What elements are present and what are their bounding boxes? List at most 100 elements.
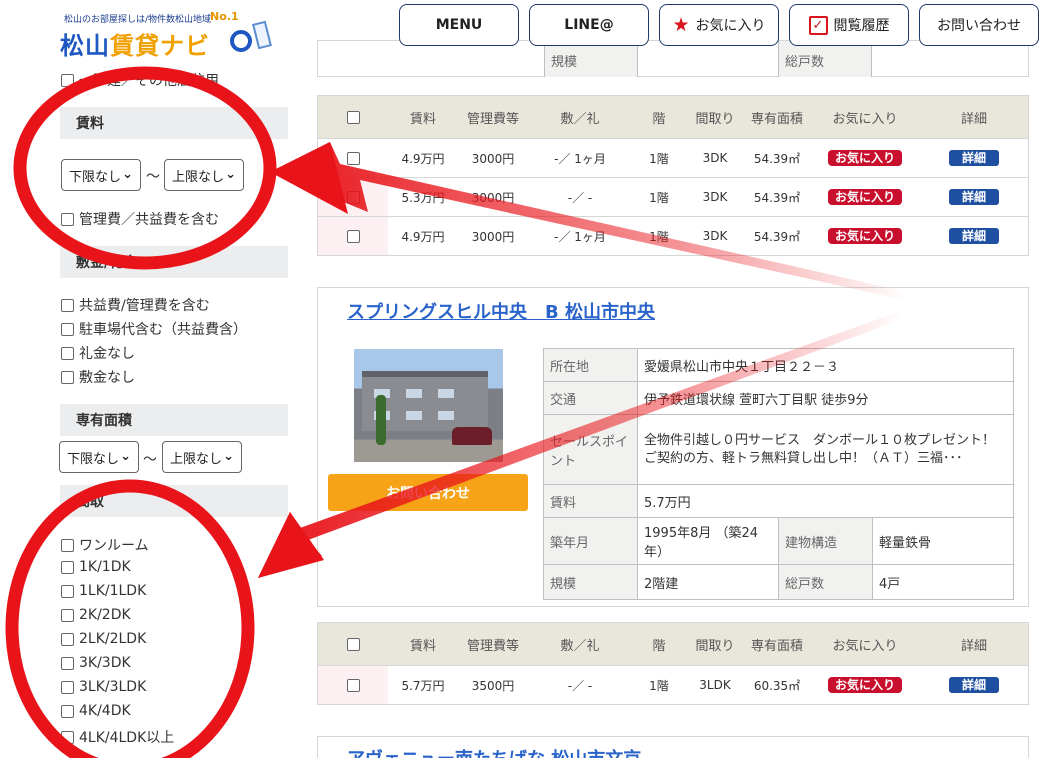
property-units: 4戸 [872,564,1014,600]
checkbox[interactable] [61,560,74,574]
line-button[interactable]: LINE@ [529,4,649,46]
checkbox-layout-option[interactable]: 2K/2DK [61,607,131,623]
col-area: 専有面積 [750,111,803,127]
checkbox[interactable] [61,73,74,87]
row-checkbox[interactable] [346,151,360,165]
table-row: 5.3万円 3000円 -／ - 1階 3DK 54.39㎡ お気に入り 詳細 [317,178,1029,217]
property-traffic: 伊予鉄道環状線 萱町六丁目駅 徒歩9分 [637,381,1014,415]
logo-tagline: 松山のお部屋探しは/物件数松山地域 [64,15,212,25]
select-all-checkbox[interactable] [346,110,360,124]
favorite-button[interactable]: お気に入り [827,189,902,205]
row-checkbox[interactable] [346,190,360,204]
favorite-button[interactable]: お気に入り [827,677,902,693]
cell-fee: 3000円 [471,151,515,166]
table-row: 4.9万円 3000円 -／ 1ヶ月 1階 3DK 54.39㎡ お気に入り 詳… [317,217,1029,256]
room-table-header: 賃料 管理費等 敷／礼 階 間取り 専有面積 お気に入り 詳細 [317,622,1029,666]
cell-deposit: -／ 1ヶ月 [554,229,606,244]
checkbox[interactable] [61,538,74,552]
checkbox[interactable] [61,704,74,718]
property-photo[interactable] [354,349,503,462]
col-favorite: お気に入り [832,111,898,127]
cell-fee: 3000円 [471,229,515,244]
info-label-cell: 規模 [544,41,638,77]
select-all-checkbox[interactable] [346,637,360,651]
checkbox-layout-option[interactable]: 2LK/2LDK [61,631,146,647]
property-address: 愛媛県松山市中央１丁目２２－３ [637,348,1014,382]
checkbox-layout-option[interactable]: 3LK/3LDK [61,679,146,695]
checkbox[interactable] [61,632,74,646]
favorite-button[interactable]: お気に入り [827,150,902,166]
detail-button[interactable]: 詳細 [948,228,999,244]
building-icon [252,20,272,50]
checkbox-deposit-option[interactable]: 礼金なし [61,343,135,363]
checkbox-label: 4LK/4LDK以上 [79,730,175,746]
property-title-link[interactable]: スプリングスヒル中央 B 松山市中央 [347,298,655,324]
row-checkbox[interactable] [346,229,360,243]
contact-button[interactable]: お問い合わせ [919,4,1039,46]
col-rent: 賃料 [409,111,436,127]
checkbox[interactable] [61,346,74,360]
logo-name: 松山賃貸ナビ [60,32,210,60]
checkbox[interactable] [61,730,74,744]
cell-area: 54.39㎡ [753,151,801,166]
checkbox[interactable] [61,298,74,312]
detail-button[interactable]: 詳細 [948,189,999,205]
table-row: 4.9万円 3000円 -／ 1ヶ月 1階 3DK 54.39㎡ お気に入り 詳… [317,139,1029,178]
cell-deposit: -／ - [567,678,593,693]
rent-min-select[interactable]: 下限なし ⌄ [61,159,141,191]
cell-layout: 3DK [702,190,728,204]
cell-layout: 3LDK [699,678,731,692]
rent-max-select[interactable]: 上限なし ⌄ [164,159,244,191]
checkbox[interactable] [61,212,74,226]
area-max-select[interactable]: 上限なし ⌄ [162,441,242,473]
checkbox-layout-option[interactable]: 4K/4DK [61,703,131,719]
chevron-down-icon: ⌄ [223,449,234,464]
history-button[interactable]: ✓ 閲覧履歴 [789,4,909,46]
detail-button[interactable]: 詳細 [948,150,999,166]
cell-deposit: -／ - [567,190,593,205]
property-scale: 2階建 [637,564,779,600]
checkbox[interactable] [61,322,74,336]
checkbox-layout-option[interactable]: 1K/1DK [61,559,131,575]
cell-rent: 5.7万円 [401,678,445,693]
checkbox-detached-house[interactable]: 一戸建／その他居住用 [61,70,219,90]
property-info-table: 所在地 愛媛県松山市中央１丁目２２－３ 交通 伊予鉄道環状線 萱町六丁目駅 徒歩… [543,348,1014,600]
cell-area: 54.39㎡ [753,190,801,205]
checkbox[interactable] [61,584,74,598]
checkbox-layout-option[interactable]: 4LK/4LDK以上 [61,727,174,747]
checkbox-deposit-option[interactable]: 駐車場代含む（共益費含） [61,319,247,339]
checkbox[interactable] [61,608,74,622]
checkbox[interactable] [61,680,74,694]
checkbox-label: 礼金なし [79,346,135,362]
area-min-select[interactable]: 下限なし ⌄ [59,441,139,473]
rent-section-heading: 賃料 [60,107,288,139]
detail-button[interactable]: 詳細 [948,677,999,693]
checkbox-layout-option[interactable]: 1LK/1LDK [61,583,146,599]
site-logo[interactable]: 松山のお部屋探しは/物件数松山地域 No.1 松山賃貸ナビ [60,10,272,60]
favorite-button[interactable]: お気に入り [827,228,902,244]
checkbox-label: 4K/4DK [79,703,131,719]
col-deposit: 敷／礼 [560,111,600,127]
checkbox-label: 管理費／共益費を含む [79,212,219,228]
checkbox-layout-option[interactable]: 3K/3DK [61,655,131,671]
checkbox-checked-icon: ✓ [808,15,828,35]
checkbox-label: 1LK/1LDK [79,583,147,599]
checkbox[interactable] [61,370,74,384]
checkbox-label: ワンルーム [79,538,149,554]
logo-no1-badge: No.1 [210,10,239,23]
checkbox-include-fees[interactable]: 管理費／共益費を含む [61,209,219,229]
inquiry-button[interactable]: お問い合わせ [328,474,528,511]
checkbox-layout-option[interactable]: ワンルーム [61,535,149,555]
checkbox[interactable] [61,656,74,670]
chevron-down-icon: ⌄ [120,449,131,464]
property-title-link[interactable]: アヴェニュー南たちばな 松山市文京 [347,745,641,758]
menu-button[interactable]: MENU [399,4,519,46]
checkbox-deposit-option[interactable]: 敷金なし [61,367,135,387]
favorites-button[interactable]: ★ お気に入り [659,4,779,46]
range-separator: 〜 [146,169,160,185]
area-section-heading: 専有面積 [60,404,288,436]
row-checkbox[interactable] [346,678,360,692]
cell-deposit: -／ 1ヶ月 [554,151,606,166]
chevron-down-icon: ⌄ [225,167,236,182]
checkbox-deposit-option[interactable]: 共益費/管理費を含む [61,295,210,315]
